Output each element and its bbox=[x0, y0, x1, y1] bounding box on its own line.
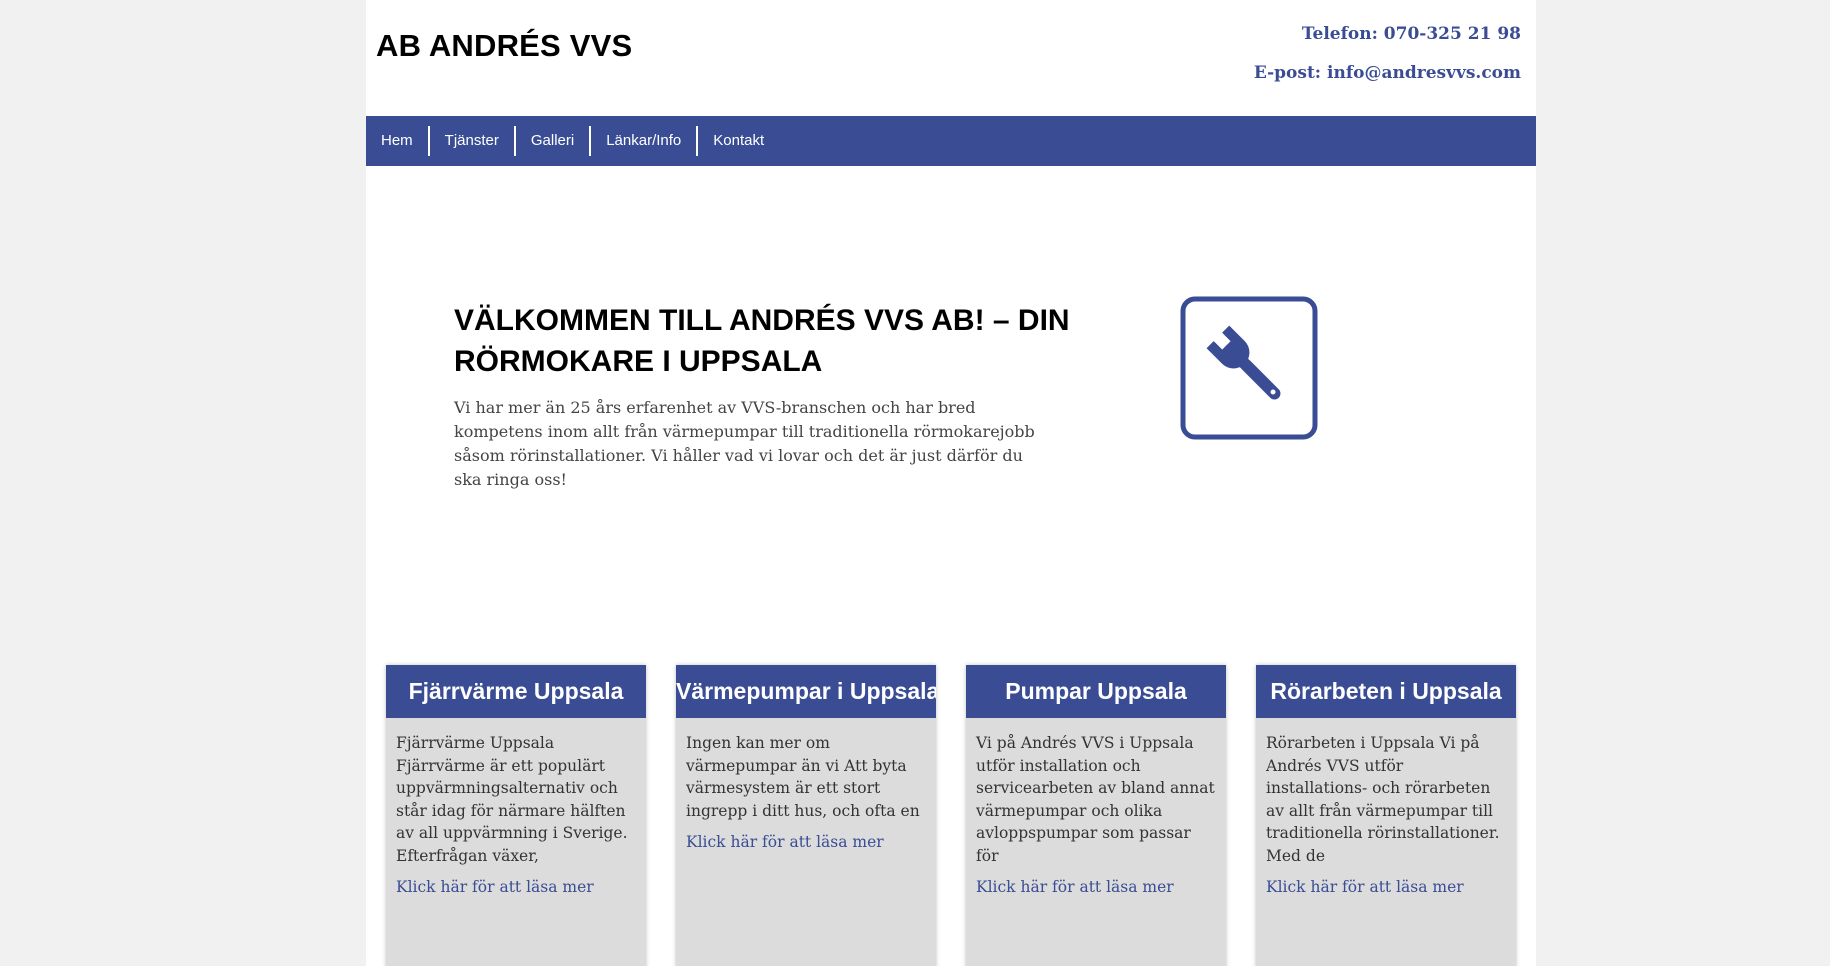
nav-item-kontakt[interactable]: Kontakt bbox=[696, 126, 779, 156]
wrench-icon bbox=[1180, 296, 1318, 440]
card-fjarrvarme: Fjärrvärme Uppsala Fjärrvärme Uppsala Fj… bbox=[386, 665, 646, 966]
read-more-link[interactable]: Klick här för att läsa mer bbox=[686, 831, 926, 854]
card-title[interactable]: Rörarbeten i Uppsala bbox=[1256, 665, 1516, 718]
card-varmepumpar: Värmepumpar i Uppsala Ingen kan mer om v… bbox=[676, 665, 936, 966]
card-pumpar: Pumpar Uppsala Vi på Andrés VVS i Uppsal… bbox=[966, 665, 1226, 966]
nav-item-hem[interactable]: Hem bbox=[366, 126, 428, 156]
nav-item-galleri[interactable]: Galleri bbox=[513, 126, 589, 156]
card-text: Ingen kan mer om värmepumpar än vi Att b… bbox=[686, 734, 920, 820]
hero-text: Vi har mer än 25 års erfarenhet av VVS-b… bbox=[454, 398, 1035, 489]
card-text: Rörarbeten i Uppsala Vi på Andrés VVS ut… bbox=[1266, 734, 1500, 865]
card-title[interactable]: Värmepumpar i Uppsala bbox=[676, 665, 936, 718]
email-address[interactable]: E-post: info@andresvvs.com bbox=[1254, 63, 1521, 83]
hero-title: VÄLKOMMEN TILL ANDRÉS VVS AB! – DIN RÖRM… bbox=[454, 304, 1070, 378]
card-rorarbeten: Rörarbeten i Uppsala Rörarbeten i Uppsal… bbox=[1256, 665, 1516, 966]
card-title[interactable]: Pumpar Uppsala bbox=[966, 665, 1226, 718]
read-more-link[interactable]: Klick här för att läsa mer bbox=[396, 876, 636, 899]
nav-item-tjanster[interactable]: Tjänster bbox=[427, 126, 514, 156]
card-title[interactable]: Fjärrvärme Uppsala bbox=[386, 665, 646, 718]
phone-number[interactable]: Telefon: 070-325 21 98 bbox=[1302, 24, 1521, 44]
site-title[interactable]: AB ANDRÉS VVS bbox=[376, 28, 632, 64]
card-text: Fjärrvärme Uppsala Fjärrvärme är ett pop… bbox=[396, 734, 628, 865]
card-text: Vi på Andrés VVS i Uppsala utför install… bbox=[976, 734, 1215, 865]
read-more-link[interactable]: Klick här för att läsa mer bbox=[1266, 876, 1506, 899]
read-more-link[interactable]: Klick här för att läsa mer bbox=[976, 876, 1216, 899]
nav-item-lankar-info[interactable]: Länkar/Info bbox=[589, 126, 696, 156]
main-navigation: Hem Tjänster Galleri Länkar/Info Kontakt bbox=[366, 116, 1536, 166]
page-container: AB ANDRÉS VVS Telefon: 070-325 21 98 E-p… bbox=[366, 0, 1536, 966]
